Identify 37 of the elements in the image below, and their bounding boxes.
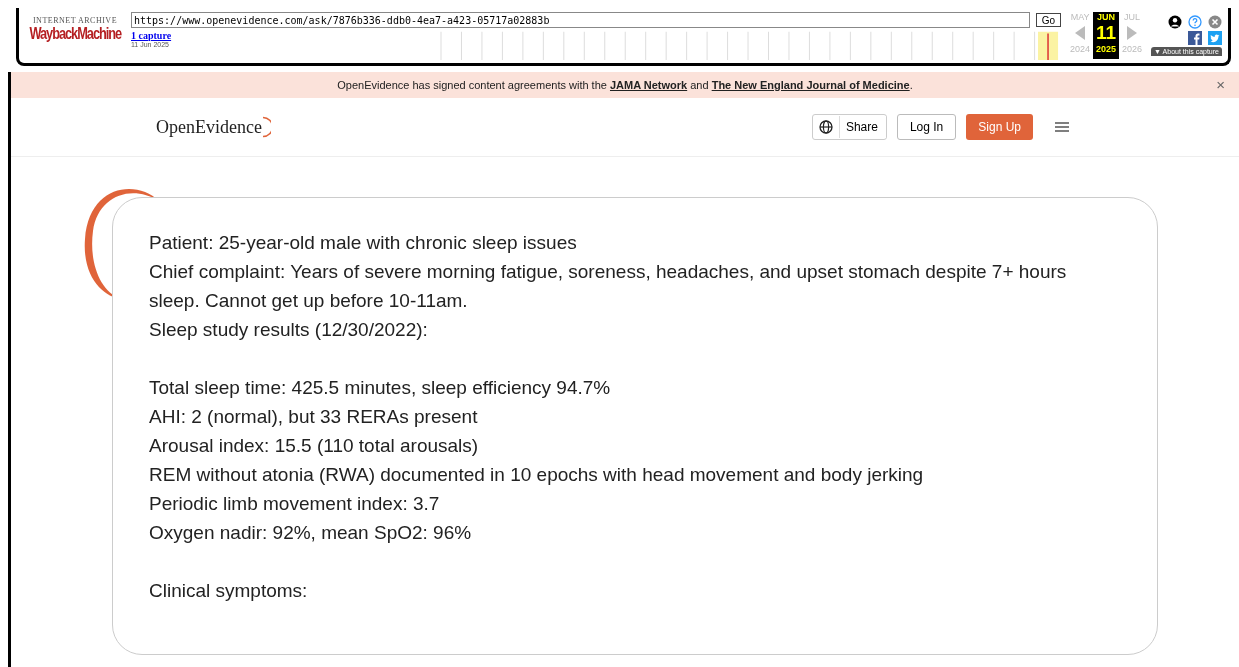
twitter-icon[interactable]	[1208, 31, 1222, 45]
message-line: Clinical symptoms:	[149, 579, 309, 603]
year-label: 2024	[1070, 44, 1091, 54]
banner-message: OpenEvidence has signed content agreements with the JAMA Network and The New England Journal of Medicine.	[337, 79, 913, 91]
message-line: REM without atonia (RWA) documented in 10 epochs with head movement and body jerking	[149, 463, 925, 487]
wayback-logo[interactable]: WaybackMachine	[29, 25, 121, 43]
message-line: Total sleep time: 425.5 minutes, sleep efficiency 94.7%	[149, 376, 612, 400]
next-arrow-icon[interactable]	[1127, 26, 1138, 40]
day-label: 11	[1096, 22, 1117, 44]
month-label: JUN	[1097, 12, 1116, 22]
year-label: 2025	[1096, 44, 1117, 54]
menu-icon[interactable]	[1055, 122, 1069, 132]
logo-arc-icon	[261, 116, 271, 138]
close-button[interactable]: ×	[1216, 77, 1225, 93]
archive-label: INTERNET ARCHIVE	[32, 16, 118, 25]
help-icon[interactable]	[1188, 15, 1202, 29]
message-line: Oxygen nadir: 92%, mean SpO2: 96%	[149, 521, 473, 545]
globe-icon[interactable]	[818, 120, 833, 134]
close-icon[interactable]	[1208, 15, 1222, 29]
share-button[interactable]: Share	[838, 116, 886, 138]
login-button[interactable]: Log In	[896, 114, 957, 140]
message-line: Sleep study results (12/30/2022):	[149, 318, 429, 342]
facebook-icon[interactable]	[1188, 31, 1202, 45]
message-line: Patient: 25-year-old male with chronic sleep issues	[149, 231, 578, 255]
month-label: JUL	[1124, 12, 1141, 22]
captures-link[interactable]: 1 capture	[131, 30, 431, 41]
go-button[interactable]: Go	[1035, 13, 1062, 27]
url-field[interactable]: https://www.openevidence.com/ask/7876b336-ddb0-4ea7-a423-05717a02883b	[131, 12, 1030, 28]
month-column[interactable]: JUN 11 2025	[1093, 12, 1120, 59]
message-line: Chief complaint: Years of severe morning fatigue, soreness, headaches, and upset stomach despite 7+ hours sleep. Cannot get up before 10-11am.	[149, 260, 1068, 313]
brand-logo[interactable]: OpenEvidence	[156, 116, 262, 138]
message-line: AHI: 2 (normal), but 33 RERAs present	[149, 405, 479, 429]
message-line: Periodic limb movement index: 3.7	[149, 492, 441, 516]
month-label: MAY	[1070, 12, 1090, 22]
user-icon[interactable]	[1168, 15, 1182, 29]
year-label: 2026	[1122, 44, 1143, 54]
message-line: Arousal index: 15.5 (110 total arousals)	[149, 434, 480, 458]
